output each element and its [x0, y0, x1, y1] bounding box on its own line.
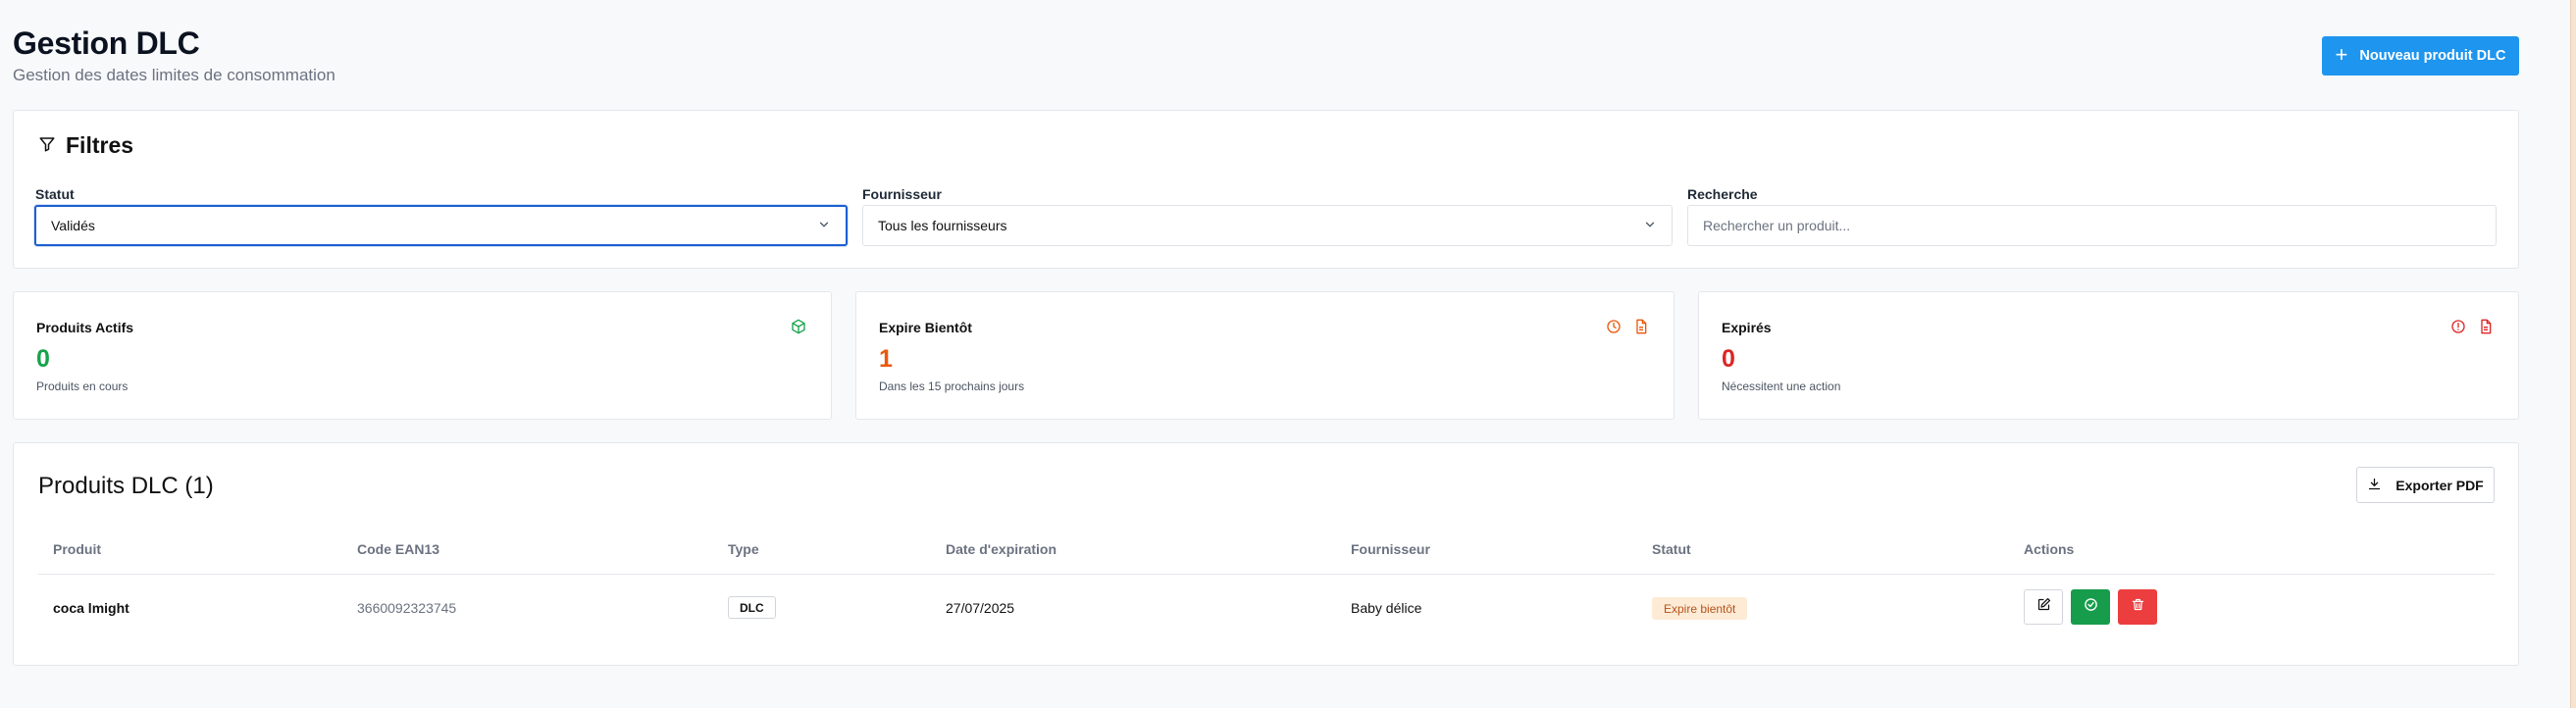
chevron-down-icon: [817, 218, 831, 234]
edit-icon: [2036, 597, 2051, 617]
filters-title: Filtres: [66, 132, 134, 158]
column-header-type[interactable]: Type: [728, 541, 759, 557]
scrollbar-edge[interactable]: [2570, 0, 2576, 708]
stat-subtitle: Produits en cours: [36, 379, 129, 393]
filters-header: Filtres: [38, 132, 133, 159]
stat-title: Produits Actifs: [36, 320, 134, 335]
search-input[interactable]: [1703, 218, 2481, 233]
status-select[interactable]: Validés: [34, 205, 848, 246]
filter-icon: [38, 132, 56, 159]
stat-value: 0: [36, 345, 50, 373]
stat-card-active: Produits Actifs 0 Produits en cours: [13, 291, 832, 420]
stat-subtitle: Dans les 15 prochains jours: [879, 379, 1025, 393]
supplier-filter-label: Fournisseur: [862, 186, 942, 202]
trash-icon: [2131, 597, 2145, 617]
chevron-down-icon: [1643, 218, 1657, 234]
cell-ean: 3660092323745: [357, 600, 457, 616]
edit-button[interactable]: [2024, 589, 2063, 625]
status-badge: Expire bientôt: [1652, 597, 1748, 620]
stat-value: 0: [1722, 345, 1735, 373]
stat-icons: [1606, 319, 1649, 339]
clock-icon: [1606, 319, 1622, 339]
cell-product: coca lmight: [53, 600, 129, 616]
stat-title: Expire Bientôt: [879, 320, 972, 335]
export-pdf-button[interactable]: Exporter PDF: [2356, 467, 2495, 503]
filters-card: Filtres Statut Validés Fournisseur Tous …: [13, 110, 2519, 269]
status-filter-label: Statut: [35, 186, 75, 202]
validate-button[interactable]: [2071, 589, 2110, 625]
status-select-value: Validés: [51, 218, 95, 233]
stat-title: Expirés: [1722, 320, 1772, 335]
new-dlc-product-button[interactable]: + Nouveau produit DLC: [2322, 36, 2519, 76]
page-title: Gestion DLC: [13, 25, 200, 61]
column-header-actions: Actions: [2024, 541, 2075, 557]
type-badge: DLC: [728, 596, 776, 619]
products-table-card: Produits DLC (1) Exporter PDF Produit Co…: [13, 442, 2519, 666]
package-icon: [791, 319, 806, 339]
document-icon: [2478, 319, 2494, 339]
stat-card-expired: Expirés 0 Nécessitent une action: [1698, 291, 2519, 420]
stat-icons: [2450, 319, 2494, 339]
page-subtitle: Gestion des dates limites de consommatio…: [13, 66, 335, 84]
products-table-title: Produits DLC (1): [38, 473, 214, 499]
page: Gestion DLC Gestion des dates limites de…: [0, 0, 2576, 708]
table-header-divider: [38, 574, 2495, 575]
column-header-status[interactable]: Statut: [1652, 541, 1691, 557]
supplier-select-value: Tous les fournisseurs: [878, 218, 1007, 233]
download-icon: [2367, 477, 2382, 494]
new-dlc-product-label: Nouveau produit DLC: [2359, 48, 2506, 64]
column-header-supplier[interactable]: Fournisseur: [1351, 541, 1430, 557]
stat-value: 1: [879, 345, 893, 373]
document-icon: [1633, 319, 1649, 339]
export-pdf-label: Exporter PDF: [2396, 477, 2484, 493]
column-header-expiry[interactable]: Date d'expiration: [946, 541, 1056, 557]
alert-circle-icon: [2450, 319, 2466, 339]
column-header-product[interactable]: Produit: [53, 541, 101, 557]
cell-expiry: 27/07/2025: [946, 600, 1015, 616]
delete-button[interactable]: [2118, 589, 2157, 625]
stat-subtitle: Nécessitent une action: [1722, 379, 1841, 393]
plus-icon: +: [2335, 42, 2348, 67]
stat-icons: [791, 319, 806, 339]
column-header-ean[interactable]: Code EAN13: [357, 541, 439, 557]
check-circle-icon: [2084, 597, 2098, 617]
search-filter-label: Recherche: [1687, 186, 1758, 202]
cell-supplier: Baby délice: [1351, 600, 1422, 616]
supplier-select[interactable]: Tous les fournisseurs: [862, 205, 1673, 246]
stat-card-expiring: Expire Bientôt 1 Dans les 15 prochains j…: [855, 291, 1674, 420]
search-field: [1687, 205, 2497, 246]
